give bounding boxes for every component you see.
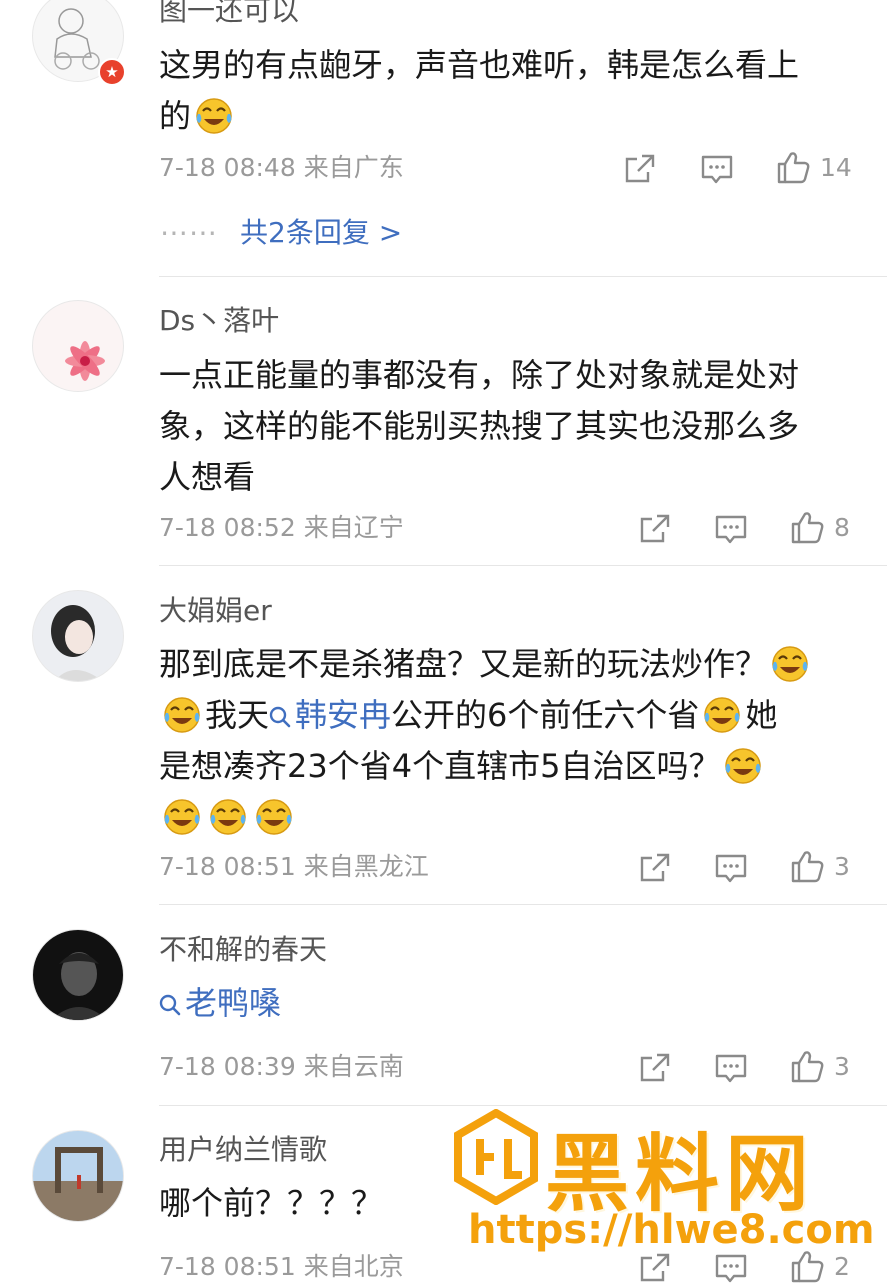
- like-count: 8: [834, 512, 850, 542]
- comment-line: 我天 韩安冉公开的6个前任六个省她: [159, 690, 859, 741]
- comment-line: 的: [159, 91, 849, 142]
- avatar[interactable]: [32, 1130, 124, 1222]
- comment-text: 这男的有点龅牙，声音也难听，韩是怎么看上 的: [159, 40, 849, 142]
- timestamp: 7-18 08:51: [159, 852, 296, 881]
- timestamp: 7-18 08:39: [159, 1052, 296, 1081]
- username[interactable]: 图一还可以: [159, 0, 299, 28]
- comment-line: 这男的有点龅牙，声音也难听，韩是怎么看上: [159, 46, 800, 84]
- laugh-cry-emoji-icon: [162, 694, 202, 734]
- search-icon: [159, 994, 181, 1016]
- location: 来自广东: [303, 153, 404, 182]
- comment-icon: [700, 152, 734, 186]
- comment-meta: 7-18 08:52 来自辽宁: [159, 513, 404, 543]
- comment-line: 象，这样的能不能别买热搜了其实也没那么多: [159, 407, 800, 445]
- location: 来自辽宁: [303, 513, 404, 542]
- comment-item: 不和解的春天 老鸭嗓 7-18 08:39 来自云南 3: [0, 905, 887, 1105]
- comment-line: 人想看: [159, 458, 256, 496]
- watermark: 黑料网 https://hlwe8.com: [450, 1105, 875, 1275]
- location: 来自北京: [303, 1252, 404, 1281]
- laugh-cry-emoji-icon: [208, 796, 248, 836]
- share-button[interactable]: [623, 149, 657, 189]
- avatar[interactable]: [32, 929, 124, 1021]
- laugh-cry-emoji-icon: [254, 796, 294, 836]
- share-icon: [623, 152, 657, 186]
- comment-item: 大娟娟er 那到底是不是杀猪盘？又是新的玩法炒作？ 我天 韩安冉公开的6个前任六个…: [0, 566, 887, 904]
- comment-line: 是想凑齐23个省4个直辖市5自治区吗？: [159, 741, 859, 792]
- like-button[interactable]: 14: [776, 147, 852, 187]
- avatar-scenery-icon: [33, 1131, 123, 1221]
- location: 来自黑龙江: [303, 852, 429, 881]
- avatar-portrait-icon: [51, 605, 103, 681]
- comment-text: 老鸭嗓: [159, 978, 849, 1029]
- timestamp: 7-18 08:51: [159, 1252, 296, 1281]
- username[interactable]: Ds丶落叶: [159, 304, 279, 338]
- like-count: 3: [834, 1051, 850, 1081]
- comment-text: 一点正能量的事都没有，除了处对象就是处对 象，这样的能不能别买热搜了其实也没那么…: [159, 350, 849, 503]
- share-button[interactable]: [638, 1048, 672, 1088]
- replies-label: 共2条回复 >: [240, 216, 403, 249]
- like-icon: [790, 1048, 826, 1084]
- comment-item: ★ 图一还可以 这男的有点龅牙，声音也难听，韩是怎么看上 的 7-18 08:4…: [0, 0, 887, 276]
- reply-button[interactable]: [714, 1048, 748, 1088]
- search-icon: [269, 706, 291, 728]
- share-icon: [638, 512, 672, 546]
- replies-dots: ⋯⋯: [160, 216, 218, 249]
- comment-line: 那到底是不是杀猪盘？又是新的玩法炒作？: [159, 639, 859, 690]
- avatar-flower-icon: [65, 341, 105, 381]
- like-icon: [776, 149, 812, 185]
- watermark-logo-icon: [454, 1109, 538, 1205]
- share-button[interactable]: [638, 848, 672, 888]
- comment-meta: 7-18 08:51 来自黑龙江: [159, 852, 429, 882]
- like-icon: [790, 848, 826, 884]
- location: 来自云南: [303, 1052, 404, 1081]
- like-count: 3: [834, 851, 850, 881]
- topic-link[interactable]: 韩安冉: [269, 696, 391, 734]
- laugh-cry-emoji-icon: [723, 745, 763, 785]
- comment-meta: 7-18 08:39 来自云南: [159, 1052, 404, 1082]
- share-icon: [638, 851, 672, 885]
- laugh-cry-emoji-icon: [194, 95, 234, 135]
- like-count: 14: [820, 152, 852, 182]
- comment-meta: 7-18 08:51 来自北京: [159, 1252, 404, 1282]
- like-icon: [790, 509, 826, 545]
- comment-line: 一点正能量的事都没有，除了处对象就是处对: [159, 356, 800, 394]
- username[interactable]: 用户纳兰情歌: [159, 1133, 327, 1167]
- comment-icon: [714, 1051, 748, 1085]
- comment-meta: 7-18 08:48 来自广东: [159, 153, 404, 183]
- reply-button[interactable]: [714, 848, 748, 888]
- reply-button[interactable]: [714, 509, 748, 549]
- comment-icon: [714, 851, 748, 885]
- reply-button[interactable]: [700, 149, 734, 189]
- share-button[interactable]: [638, 509, 672, 549]
- view-replies-link[interactable]: ⋯⋯ 共2条回复 >: [160, 216, 402, 250]
- timestamp: 7-18 08:52: [159, 513, 296, 542]
- watermark-url: https://hlwe8.com: [468, 1207, 875, 1253]
- comment-text: 那到底是不是杀猪盘？又是新的玩法炒作？ 我天 韩安冉公开的6个前任六个省她 是想凑…: [159, 639, 859, 843]
- avatar[interactable]: [32, 300, 124, 392]
- comment-icon: [714, 512, 748, 546]
- like-button[interactable]: 8: [790, 507, 850, 547]
- comment-item: Ds丶落叶 一点正能量的事都没有，除了处对象就是处对 象，这样的能不能别买热搜了…: [0, 277, 887, 565]
- comment-line: [159, 792, 859, 843]
- like-button[interactable]: 3: [790, 846, 850, 886]
- like-button[interactable]: 3: [790, 1046, 850, 1086]
- timestamp: 7-18 08:48: [159, 153, 296, 182]
- laugh-cry-emoji-icon: [770, 643, 810, 683]
- laugh-cry-emoji-icon: [162, 796, 202, 836]
- username[interactable]: 大娟娟er: [159, 594, 272, 628]
- topic-link[interactable]: 老鸭嗓: [159, 978, 849, 1029]
- username[interactable]: 不和解的春天: [159, 933, 327, 967]
- avatar-dark-portrait-icon: [51, 952, 107, 1020]
- avatar[interactable]: [32, 590, 124, 682]
- share-icon: [638, 1051, 672, 1085]
- laugh-cry-emoji-icon: [702, 694, 742, 734]
- verified-badge-icon: ★: [98, 58, 126, 86]
